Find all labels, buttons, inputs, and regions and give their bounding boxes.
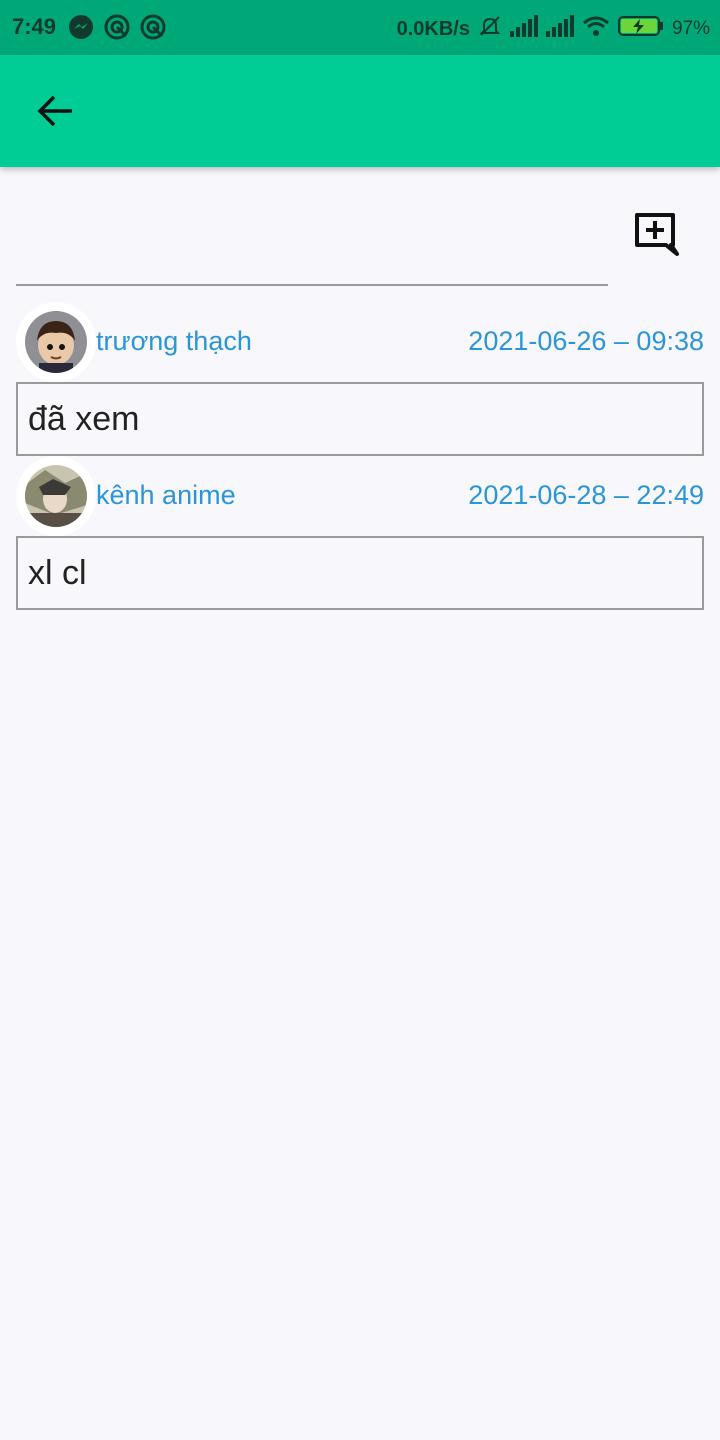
avatar[interactable]: [16, 456, 96, 536]
comment-text: đã xem: [16, 382, 704, 456]
comment-time: 2021-06-26 – 09:38: [468, 326, 704, 356]
comment-item: kênh anime 2021-06-28 – 22:49 xl cl: [16, 456, 704, 610]
comment-author[interactable]: trương thạch: [96, 326, 252, 357]
status-bar: 7:49 0.0KB/s 97%: [0, 0, 720, 55]
status-right: 0.0KB/s 97%: [397, 14, 710, 44]
comment-item: trương thạch 2021-06-26 – 09:38 đã xem: [16, 302, 704, 456]
sync-icon: [140, 14, 166, 40]
arrow-back-icon: [37, 95, 72, 127]
wifi-icon: [582, 15, 610, 43]
add-comment-button[interactable]: [632, 210, 682, 260]
app-bar: [0, 55, 720, 167]
sync-icon: [104, 14, 130, 40]
battery-percent: 97%: [671, 18, 710, 39]
status-time: 7:49: [12, 14, 57, 39]
back-button[interactable]: [30, 91, 82, 131]
add-comment-icon: [635, 213, 679, 256]
signal-icon: [509, 15, 538, 43]
comment-header: kênh anime 2021-06-28 – 22:49: [16, 456, 704, 536]
avatar[interactable]: [16, 302, 96, 382]
signal-icon: [545, 15, 574, 43]
comment-author[interactable]: kênh anime: [96, 480, 236, 511]
comment-text: xl cl: [16, 536, 704, 610]
comment-header: trương thạch 2021-06-26 – 09:38: [16, 302, 704, 382]
messenger-icon: [68, 14, 94, 40]
mute-icon: [478, 14, 502, 44]
battery-charging-icon: [617, 15, 664, 43]
comment-time: 2021-06-28 – 22:49: [468, 480, 704, 510]
net-speed: 0.0KB/s: [396, 17, 470, 40]
comment-input[interactable]: [16, 230, 608, 286]
